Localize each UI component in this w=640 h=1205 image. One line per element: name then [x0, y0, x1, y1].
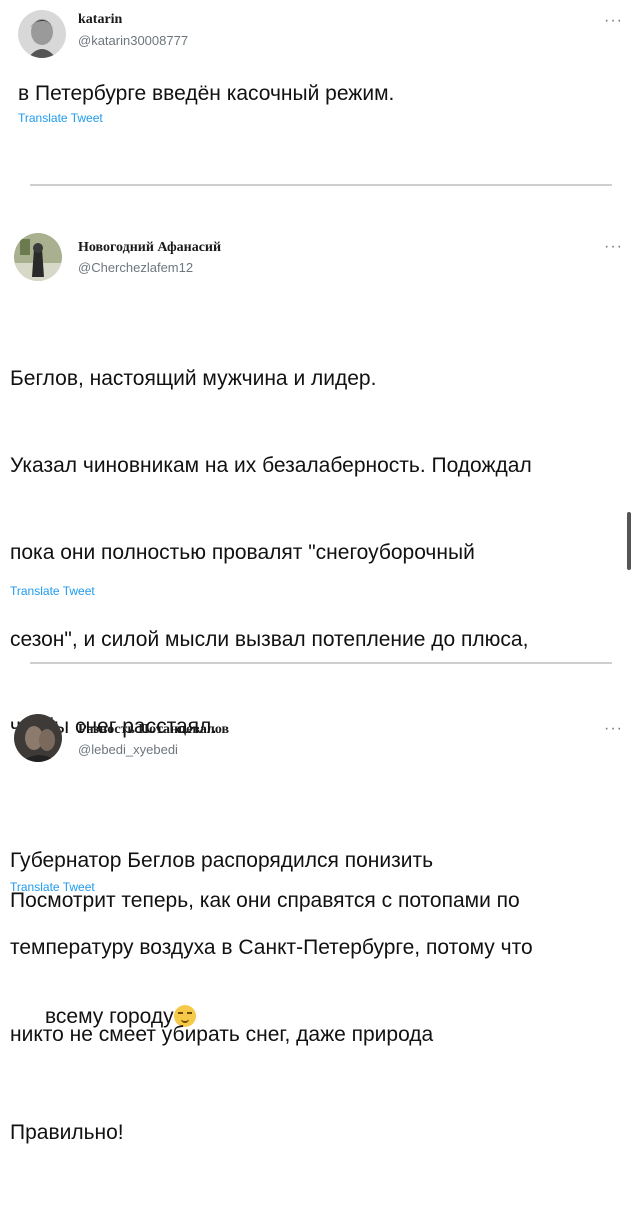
author-name[interactable]: Разность Потанцевалов [78, 722, 229, 738]
text-line: температуру воздуха в Санкт-Петербурге, … [10, 936, 533, 959]
tweet-text: в Петербурге введён касочный режим. [18, 82, 395, 105]
tweet-text: Губернатор Беглов распорядился понизить … [10, 788, 533, 1107]
translate-link[interactable]: Translate Tweet [10, 880, 95, 894]
text-line: Беглов, настоящий мужчина и лидер. [10, 367, 377, 390]
translate-link[interactable]: Translate Tweet [18, 111, 103, 125]
text-line: Правильно! [10, 1121, 124, 1144]
translate-link[interactable]: Translate Tweet [10, 584, 95, 598]
author-handle[interactable]: @lebedi_xyebedi [78, 742, 178, 757]
author-name[interactable]: Новогодний Афанасий [78, 240, 221, 256]
more-options-icon[interactable]: ··· [604, 238, 623, 256]
author-handle[interactable]: @Cherchezlafem12 [78, 260, 193, 275]
text-line: никто не смеет убирать снег, даже природ… [10, 1023, 434, 1046]
avatar[interactable] [14, 233, 62, 281]
divider [30, 184, 612, 186]
divider [30, 662, 612, 664]
author-name[interactable]: katarin [78, 12, 122, 28]
text-line: Губернатор Беглов распорядился понизить [10, 849, 434, 872]
author-handle[interactable]: @katarin30008777 [78, 33, 188, 48]
text-line: сезон", и силой мысли вызвал потепление … [10, 628, 529, 651]
avatar[interactable] [18, 10, 66, 58]
more-options-icon[interactable]: ··· [604, 720, 623, 738]
avatar[interactable] [14, 714, 62, 762]
text-line: пока они полностью провалят "снегоубороч… [10, 541, 475, 564]
text-line: Указал чиновникам на их безалаберность. … [10, 454, 532, 477]
more-options-icon[interactable]: ··· [604, 12, 623, 30]
scrollbar[interactable] [627, 512, 631, 570]
